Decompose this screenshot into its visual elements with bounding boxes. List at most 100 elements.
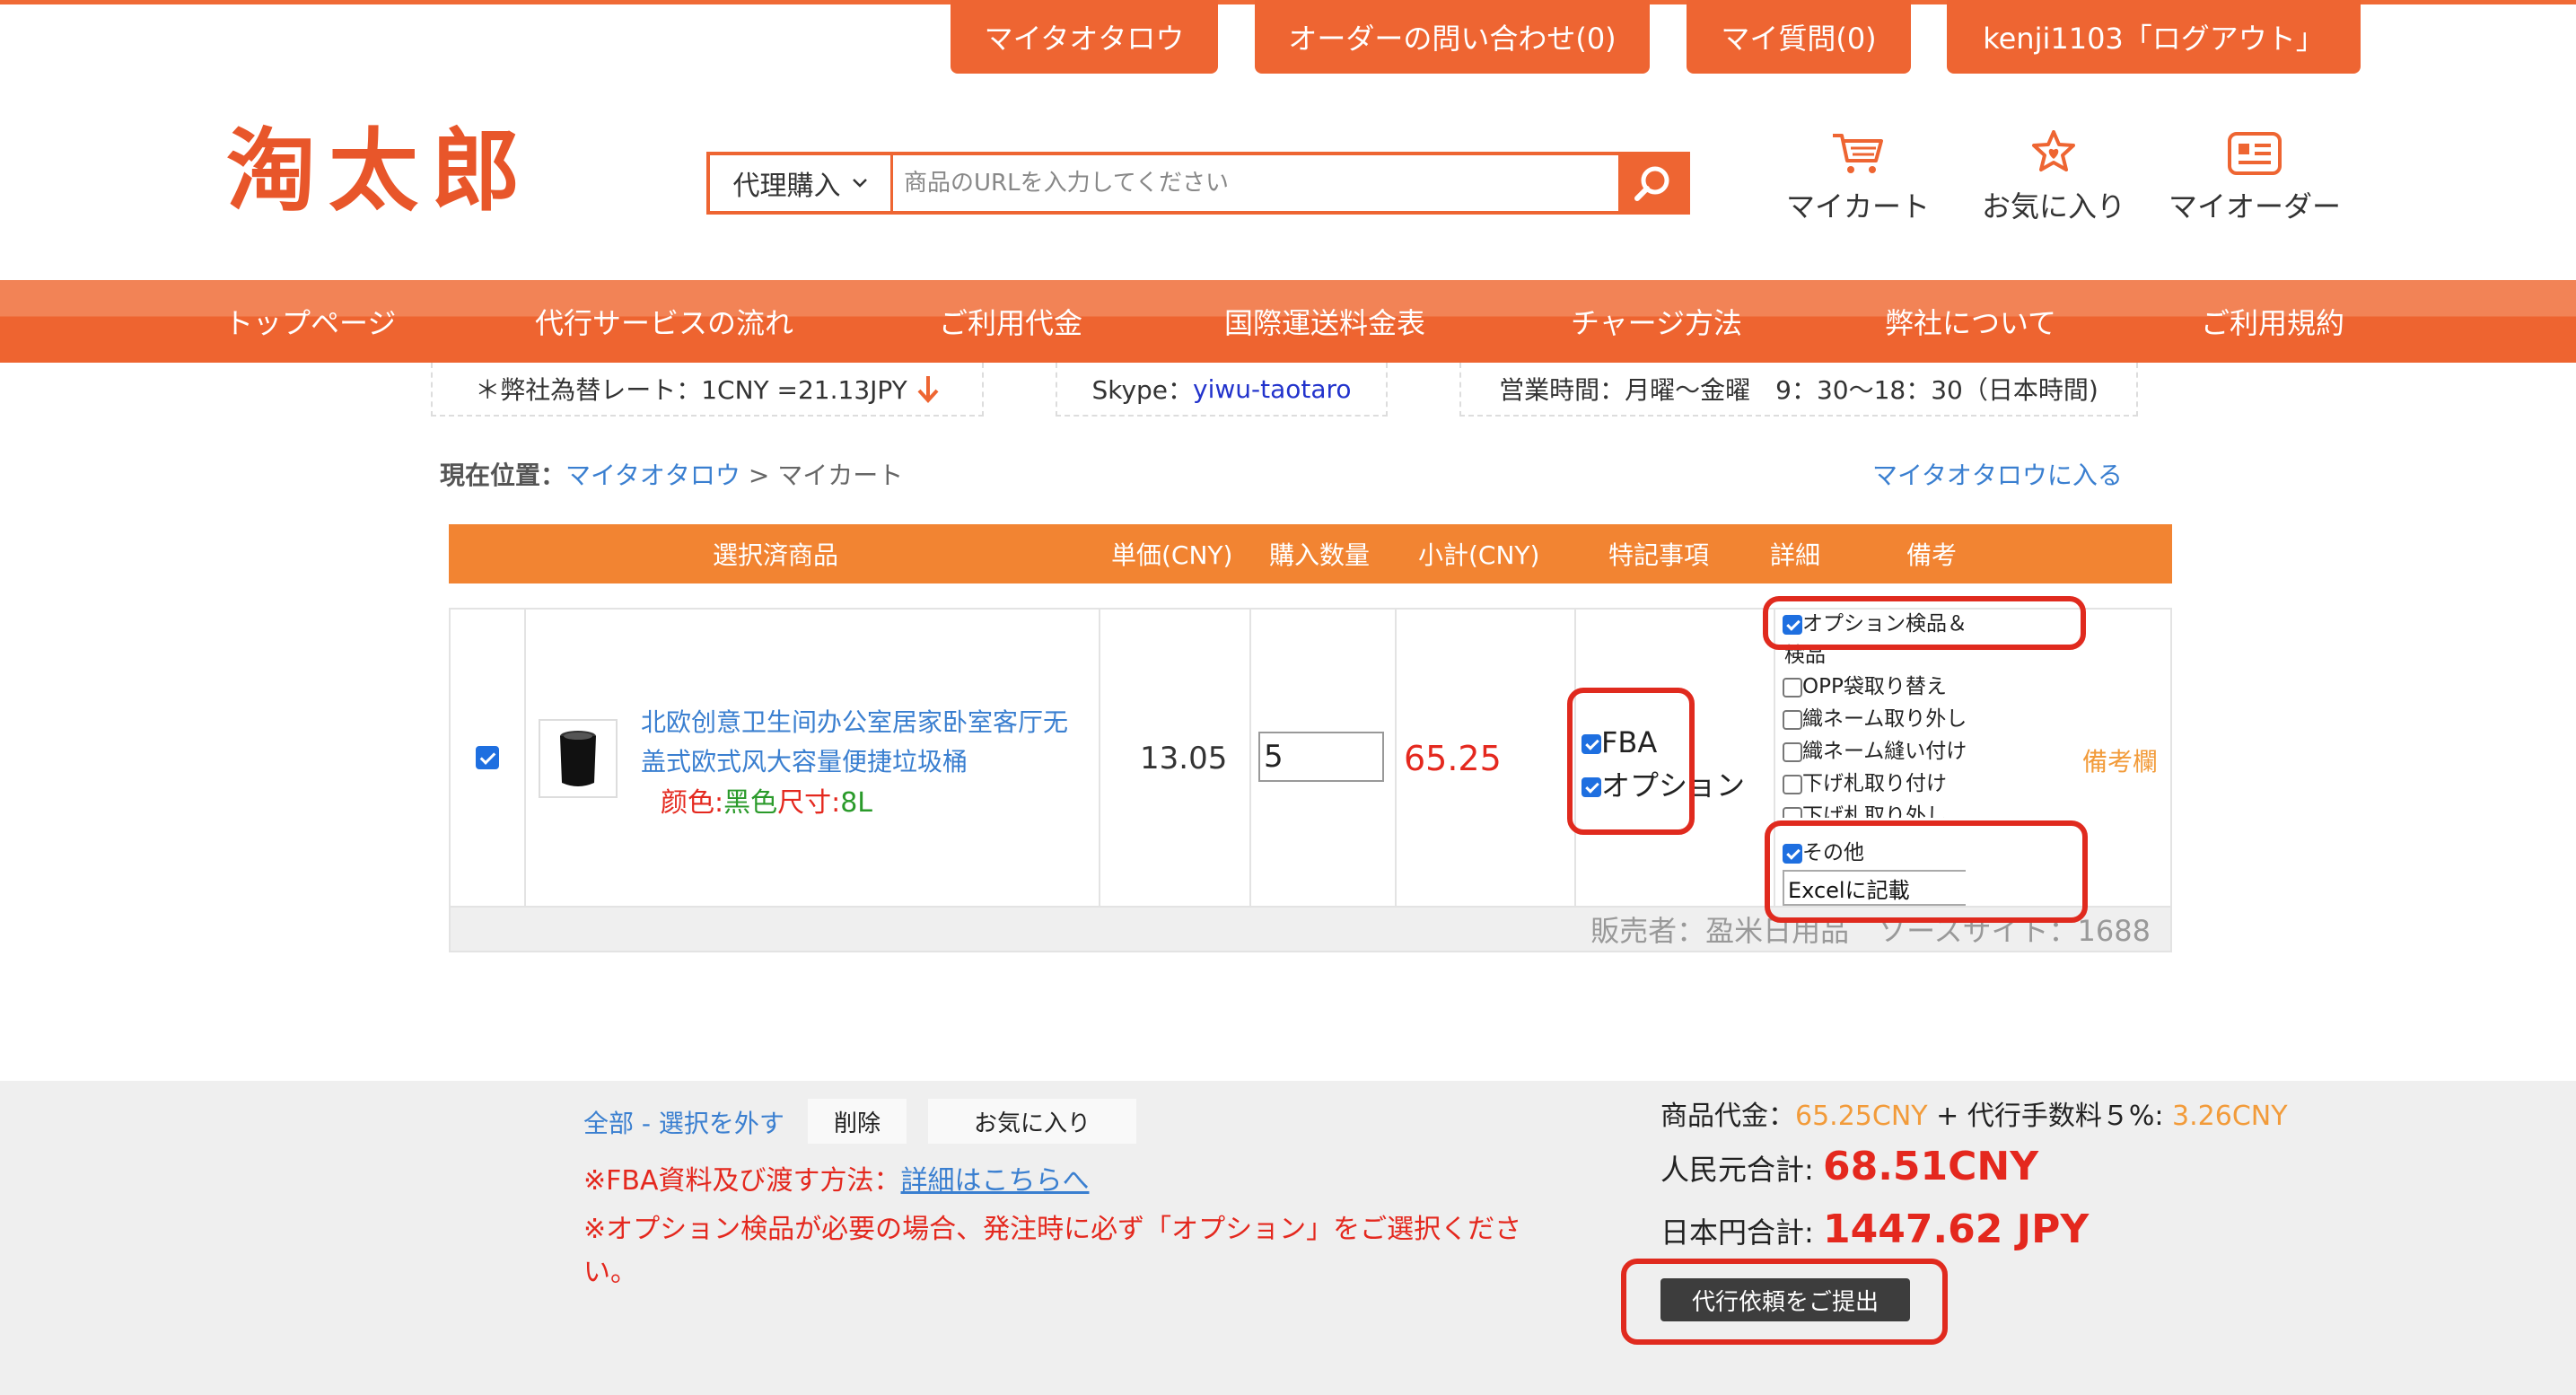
my-cart-link[interactable]: マイカート [1786,130,1930,225]
fba-details-link[interactable]: 詳細はこちらへ [901,1165,1090,1197]
tag-remove-checkbox[interactable] [1783,806,1802,818]
label-remove-checkbox[interactable] [1783,709,1802,730]
star-heart-icon [2032,130,2075,171]
label-sew-option[interactable]: 織ネーム縫い付け [1783,735,1966,768]
nav-top-page[interactable]: トップページ [224,280,396,363]
header-remarks: 備考 [1906,540,1958,570]
fee-label: 代行手数料５%: [1967,1101,2164,1132]
cny-total-line: 人民元合計: 68.51CNY [1660,1144,2038,1189]
breadcrumb-current: マイカート [777,461,904,490]
arrow-down-icon [917,376,939,403]
nav-terms[interactable]: ご利用規約 [2201,280,2344,363]
subtotal: 65.25 [1404,739,1502,778]
opp-bag-label: OPP袋取り替え [1802,675,1947,698]
nav-fees[interactable]: ご利用代金 [939,280,1082,363]
search-type-select[interactable]: 代理購入 [710,155,893,211]
fba-note-text: ※FBA資料及び渡す方法： [583,1165,901,1197]
plus-sign: + [1936,1101,1959,1132]
select-all-toggle[interactable]: 全部 - 選択を外す [583,1104,784,1140]
header-quantity: 購入数量 [1269,540,1371,570]
my-orders-link[interactable]: マイオーダー [2169,130,2341,225]
my-taotaro-button[interactable]: マイタオタロウ [951,0,1218,74]
tag-attach-label: 下げ札取り付け [1802,772,1947,795]
submit-highlight [1621,1259,1948,1345]
opp-bag-checkbox[interactable] [1783,677,1802,698]
logout-button[interactable]: kenji1103「ログアウト」 [1947,0,2361,74]
exchange-rate-box: ＊弊社為替レート：1CNY =21.13JPY [431,363,984,417]
label-remove-label: 織ネーム取り外し [1802,707,1966,731]
search-button[interactable] [1618,155,1687,211]
cart-table-header: 選択済商品 単価(CNY) 購入数量 小計(CNY) 特記事項 詳細 備考 [449,524,2172,583]
skype-label: Skype： [1091,375,1194,405]
cart-icon [1833,134,1883,173]
color-value: 黑色 [723,787,778,819]
delete-button[interactable]: 削除 [808,1099,907,1144]
goods-label: 商品代金： [1660,1101,1795,1132]
header-special-notes: 特記事項 [1608,540,1710,570]
tag-remove-label: 下げ札取り外し [1802,804,1947,818]
my-cart-label: マイカート [1786,189,1931,224]
nav-service-flow[interactable]: 代行サービスの流れ [535,280,793,363]
remarks-link[interactable]: 備考欄 [2082,742,2158,778]
option-inspection-note: ※オプション検品が必要の場合、発注時に必ず「オプション」をご選択くださ い。 [583,1208,1598,1294]
search-input[interactable] [893,155,1618,211]
my-orders-label: マイオーダー [2169,189,2342,224]
breadcrumb-separator: > [748,461,770,490]
fba-note: ※FBA資料及び渡す方法：詳細はこちらへ [583,1158,1090,1198]
breadcrumb: 現在位置：マイタオタロウ > マイカート [440,456,903,492]
product-title-link[interactable]: 北欧创意卫生间办公室居家卧室客厅无 盖式欧式风大容量便捷垃圾桶 [641,703,1068,782]
favorite-button[interactable]: お気に入り [928,1099,1136,1144]
header-selected-items: 選択済商品 [713,540,839,570]
cny-total: 68.51CNY [1822,1144,2039,1189]
jpy-total-label: 日本円合計: [1660,1215,1814,1250]
order-list-icon [2228,132,2282,175]
search-icon [1634,166,1669,201]
cny-total-label: 人民元合計: [1660,1153,1814,1187]
label-sew-checkbox[interactable] [1783,741,1802,762]
size-value: 8L [840,787,873,819]
nav-charge-method[interactable]: チャージ方法 [1571,280,1742,363]
main-nav: トップページ 代行サービスの流れ ご利用代金 国際運送料金表 チャージ方法 弊社… [0,280,2576,363]
label-remove-option[interactable]: 織ネーム取り外し [1783,703,1966,735]
product-variant: 颜色:黑色尺寸:8L [661,780,872,820]
header-unit-price: 単価(CNY) [1111,540,1233,570]
header-subtotal: 小計(CNY) [1418,540,1540,570]
exchange-rate-text: ＊弊社為替レート：1CNY =21.13JPY [475,375,907,405]
color-label: 颜色: [661,787,724,819]
my-questions-button[interactable]: マイ質問(0) [1687,0,1911,74]
search-bar: 代理購入 [706,152,1690,215]
chevron-down-icon [852,179,867,188]
inspection-option-highlight [1763,596,2086,650]
breadcrumb-label: 現在位置： [440,461,566,490]
size-label: 尺寸: [777,787,841,819]
jpy-total: 1447.62 JPY [1822,1206,2090,1252]
detail-options-list: OPP袋取り替え 織ネーム取り外し 織ネーム縫い付け 下げ札取り付け 下げ札取り… [1783,671,1966,818]
option-note-line-2: い。 [583,1257,637,1288]
tag-remove-option[interactable]: 下げ札取り外し [1783,800,1966,818]
search-type-label: 代理購入 [732,171,841,202]
label-sew-label: 織ネーム縫い付け [1802,740,1966,763]
favorites-label: お気に入り [1982,189,2126,224]
tag-attach-option[interactable]: 下げ札取り付け [1783,768,1966,800]
header-details: 詳細 [1770,540,1821,570]
product-thumbnail[interactable] [539,719,618,798]
other-option-highlight [1765,820,2088,923]
skype-box: Skype： yiwu-taotaro [1056,363,1388,417]
order-inquiry-button[interactable]: オーダーの問い合わせ(0) [1255,0,1650,74]
skype-id-link[interactable]: yiwu-taotaro [1193,374,1352,404]
goods-fee-line: 商品代金：65.25CNY + 代行手数料５%: 3.26CNY [1660,1093,2288,1133]
enter-my-taotaro-link[interactable]: マイタオタロウに入る [1872,456,2123,492]
nav-about[interactable]: 弊社について [1885,280,2056,363]
trash-bin-image [560,731,596,786]
fee-value: 3.26CNY [2172,1101,2288,1132]
tag-attach-checkbox[interactable] [1783,774,1802,794]
item-select-checkbox[interactable] [476,746,499,769]
quantity-input[interactable] [1258,732,1384,782]
breadcrumb-home-link[interactable]: マイタオタロウ [565,461,740,490]
favorites-link[interactable]: お気に入り [1982,130,2125,225]
jpy-total-line: 日本円合計: 1447.62 JPY [1660,1206,2089,1252]
opp-bag-option[interactable]: OPP袋取り替え [1783,671,1966,703]
logo[interactable]: 淘太郎 [226,126,533,215]
nav-shipping-rates[interactable]: 国際運送料金表 [1224,280,1425,363]
business-hours-box: 営業時間：月曜〜金曜 9：30〜18：30（日本時間) [1459,363,2138,417]
